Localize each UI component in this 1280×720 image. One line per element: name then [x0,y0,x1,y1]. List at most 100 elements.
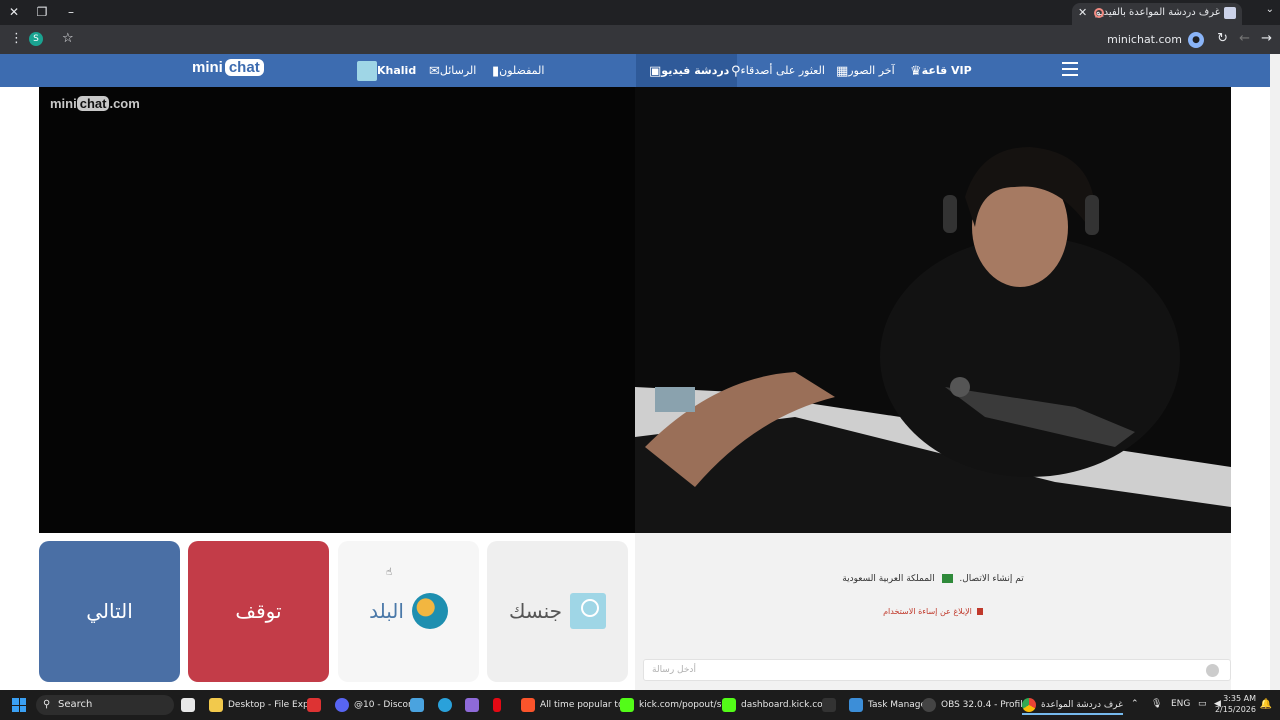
forward-arrow-icon[interactable]: → [1261,31,1272,47]
taskbar-kick-popout[interactable]: kick.com/popout/sc [620,695,726,715]
taskbar-obs[interactable]: OBS 32.0.4 - Profile: [922,695,1031,715]
gender-filter-button[interactable]: جنسك [487,541,628,682]
browser-titlebar: ✕ ❐ – + غرف دردشة المواعدة بالفيديو ✕ ⌄ [0,0,1280,25]
taskbar-brave[interactable]: All time popular top [521,695,629,715]
envelope-icon: ✉ [429,63,440,79]
hamburger-menu-icon[interactable] [1062,62,1078,80]
clock-date: 2/15/2026 [1214,705,1256,714]
page-scrollbar[interactable] [1270,54,1280,690]
site-header: mini chat Khalid ✉الرسائل ▮المفضلون ▣دردش… [0,54,1280,87]
taskbar-store-icon[interactable] [181,695,200,715]
windows-start-icon[interactable] [12,698,26,712]
taskbar-kick-dashboard[interactable]: dashboard.kick.com, [722,695,834,715]
kick-icon [722,697,736,712]
nav-latest-photos-label: آخر الصور [848,64,895,77]
nav-favorites-label: المفضلون [499,64,545,77]
url-text[interactable]: minichat.com [1107,33,1182,46]
camera-in-use-icon[interactable]: ● [1188,32,1204,48]
back-arrow-icon[interactable]: ← [1239,31,1250,47]
tray-language[interactable]: ENG [1171,699,1190,709]
discord-icon [335,697,349,712]
taskbar-netflix-icon[interactable] [493,695,506,715]
photos-icon [410,697,424,712]
epic-games-icon [822,697,836,712]
taskbar-clock[interactable]: 3:35 AM 2/15/2026 [1215,693,1256,715]
reload-icon[interactable]: ↻ [1217,31,1228,47]
nav-messages[interactable]: ✉الرسائل [424,54,476,87]
watermark-mini: mini [50,96,77,111]
tab-search-icon[interactable]: ⌄ [1266,4,1274,15]
minimize-window-icon[interactable]: – [61,3,81,21]
nav-latest-photos[interactable]: ▦آخر الصور [831,54,895,87]
taskbar-item-label: Task Manage [868,700,927,710]
notification-bell-icon[interactable]: 🔔 [1260,699,1272,710]
webcam-frame [635,87,1231,533]
taskbar-telegram-icon[interactable] [438,695,457,715]
menu-dots-icon[interactable]: ⋮ [10,31,23,47]
nav-vip[interactable]: ♛قاعة VIP [905,54,972,87]
tab-title: غرف دردشة المواعدة بالفيديو [1095,7,1220,18]
nav-video-chat[interactable]: ▣دردشة فيديو [636,54,738,87]
gender-button-label: جنسك [508,599,563,623]
flag-icon [976,608,983,615]
profile-avatar-icon[interactable]: S [29,32,43,46]
nav-messages-label: الرسائل [439,64,477,77]
taskbar-item-label: OBS 32.0.4 - Profile: [941,700,1032,710]
taskbar-item-label: dashboard.kick.com, [741,700,835,710]
taskbar-chrome[interactable]: غرف دردشة المواعدة [1022,695,1123,715]
kick-icon [620,697,634,712]
stop-button[interactable]: توقف [188,541,329,682]
taskbar-search[interactable]: ⚲ Search [36,695,174,715]
search-icon: ⚲ [43,699,51,710]
taskbar-photos-icon[interactable] [410,695,429,715]
user-avatar-icon [357,61,377,81]
minichat-logo[interactable]: mini chat [192,59,264,76]
obs-icon [922,697,936,712]
bookmark-star-icon[interactable]: ☆ [62,31,74,47]
nav-vip-label: قاعة VIP [921,64,972,77]
network-icon[interactable]: ▭ [1198,699,1207,709]
next-button[interactable]: التالي [39,541,180,682]
taskbar-app-icon[interactable] [307,695,326,715]
emoji-icon[interactable] [1206,664,1219,677]
nav-user-profile[interactable]: Khalid [351,54,416,87]
nav-favorites[interactable]: ▮المفضلون [487,54,544,87]
microphone-icon[interactable]: 🎙 [1151,699,1162,709]
grid-icon: ▦ [836,63,849,79]
nav-find-friends[interactable]: ⚲العثور على أصدقاء [726,54,825,87]
site-favicon-icon [1224,7,1236,19]
nav-video-chat-label: دردشة فيديو [661,64,730,77]
taskbar-search-label: Search [58,699,93,710]
restore-window-icon[interactable]: ❐ [32,3,52,21]
saudi-flag-icon [941,574,953,583]
windows-taskbar: ⚲ Search Desktop - File Explc @10 - Disc… [0,690,1280,720]
report-label: الإبلاغ عن إساءة الاستخدام [883,607,972,616]
country-button-label: البلد [369,599,404,623]
taskbar-discord[interactable]: @10 - Discor [335,695,412,715]
clock-time: 3:35 AM [1223,694,1256,703]
next-button-label: التالي [86,599,133,623]
taskbar-file-explorer[interactable]: Desktop - File Explc [209,695,316,715]
logo-text-mini: mini [192,59,223,76]
tab-close-icon[interactable]: ✕ [1078,3,1087,23]
nav-find-friends-label: العثور على أصدقاء [740,64,825,77]
taskbar-item-label: @10 - Discor [354,700,412,710]
globe-icon [411,593,448,629]
chat-panel: تم إنشاء الاتصال. المملكة العربية السعود… [635,533,1231,690]
search-icon: ⚲ [731,63,741,79]
close-window-icon[interactable]: ✕ [4,3,24,21]
task-manager-icon [849,697,863,712]
recording-icon [1094,8,1104,18]
taskbar-task-manager[interactable]: Task Manage [849,695,926,715]
taskbar-item-label: All time popular top [540,700,630,710]
taskbar-epic-icon[interactable] [822,695,841,715]
country-filter-button[interactable]: البلد [338,541,479,682]
taskbar-copilot-icon[interactable] [465,695,484,715]
browser-tab-active[interactable]: غرف دردشة المواعدة بالفيديو ✕ [1072,3,1242,25]
tray-chevron-icon[interactable]: ⌃ [1131,699,1139,709]
user-name: Khalid [377,64,417,77]
report-abuse-link[interactable]: الإبلاغ عن إساءة الاستخدام [635,607,1231,616]
chat-message-input[interactable]: أدخل رسالة [643,659,1231,681]
taskbar-item-label: Desktop - File Explc [228,700,317,710]
minichat-watermark: mini chat .com [50,96,140,111]
